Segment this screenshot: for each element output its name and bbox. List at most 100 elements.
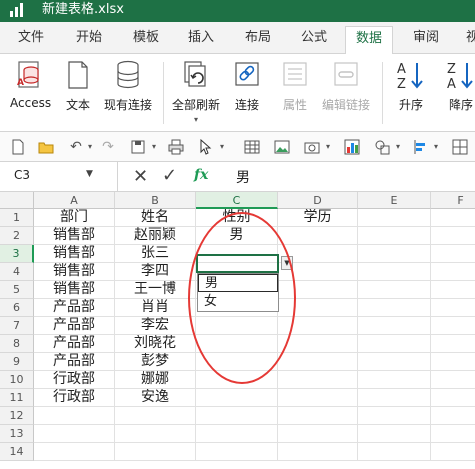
tab-file[interactable]: 文件 [18, 29, 44, 47]
screenshot-dropdown-icon[interactable]: ▾ [320, 139, 336, 155]
cell[interactable] [34, 443, 115, 461]
row-header[interactable]: 2 [0, 227, 34, 245]
cell[interactable] [431, 209, 475, 227]
cell[interactable] [115, 425, 196, 443]
cell[interactable]: 行政部 [34, 371, 115, 389]
cell[interactable]: 销售部 [34, 281, 115, 299]
cell[interactable]: 产品部 [34, 353, 115, 371]
open-folder-icon[interactable] [38, 139, 54, 155]
column-header-c[interactable]: C [196, 192, 278, 209]
cell[interactable] [431, 425, 475, 443]
cell[interactable]: 销售部 [34, 227, 115, 245]
row-header[interactable]: 9 [0, 353, 34, 371]
tab-home[interactable]: 开始 [76, 29, 102, 47]
shapes-icon[interactable] [374, 139, 390, 155]
row-header[interactable]: 10 [0, 371, 34, 389]
cell[interactable]: 姓名 [115, 209, 196, 227]
column-header-a[interactable]: A [34, 192, 115, 209]
tab-view[interactable]: 视 [466, 29, 475, 47]
row-header[interactable]: 1 [0, 209, 34, 227]
formula-input[interactable]: 男 [236, 167, 250, 187]
column-header-f[interactable]: F [431, 192, 475, 209]
cell[interactable] [196, 389, 278, 407]
cell[interactable]: 销售部 [34, 245, 115, 263]
shapes-dropdown-icon[interactable]: ▾ [390, 139, 406, 155]
column-header-b[interactable]: B [115, 192, 196, 209]
cell[interactable] [196, 443, 278, 461]
row-header[interactable]: 5 [0, 281, 34, 299]
tab-layout[interactable]: 布局 [245, 29, 271, 47]
select-all-corner[interactable] [0, 192, 34, 209]
table-icon[interactable] [244, 139, 260, 155]
cell[interactable] [358, 389, 431, 407]
cell[interactable] [34, 425, 115, 443]
cell[interactable] [358, 353, 431, 371]
cell[interactable] [431, 353, 475, 371]
chart-icon[interactable] [344, 139, 360, 155]
connection-button[interactable]: 连接 [230, 60, 264, 113]
cell[interactable] [431, 407, 475, 425]
row-header[interactable]: 3 [0, 245, 34, 263]
cell[interactable] [358, 281, 431, 299]
cell[interactable] [278, 335, 358, 353]
cell[interactable]: 张三 [115, 245, 196, 263]
tab-review[interactable]: 审阅 [413, 29, 439, 47]
cell[interactable]: 行政部 [34, 389, 115, 407]
sort-ascending-button[interactable]: A Z 升序 [394, 60, 428, 113]
cell[interactable] [115, 443, 196, 461]
tab-data[interactable]: 数据 [345, 26, 394, 55]
cell[interactable] [196, 407, 278, 425]
screenshot-icon[interactable] [304, 139, 320, 155]
name-box-dropdown-icon[interactable]: ▼ [86, 169, 93, 179]
cell[interactable]: 学历 [278, 209, 358, 227]
cell[interactable] [431, 371, 475, 389]
column-header-e[interactable]: E [358, 192, 431, 209]
cell[interactable] [358, 227, 431, 245]
cell[interactable]: 赵丽颖 [115, 227, 196, 245]
row-header[interactable]: 13 [0, 425, 34, 443]
spreadsheet-grid[interactable]: A B C D E F 1 部门 姓名 性别 学历 2 销售部 赵丽颖男 3 销售部 张三 4 销售部李… [0, 192, 475, 469]
cell[interactable] [431, 227, 475, 245]
cell[interactable] [358, 443, 431, 461]
grid-chart-icon[interactable] [452, 139, 468, 155]
cell[interactable] [431, 263, 475, 281]
cell[interactable] [431, 245, 475, 263]
cell[interactable] [431, 317, 475, 335]
cell[interactable]: 安逸 [115, 389, 196, 407]
cell[interactable]: 彭梦 [115, 353, 196, 371]
cell[interactable] [278, 389, 358, 407]
cell[interactable] [278, 443, 358, 461]
cell[interactable] [431, 281, 475, 299]
cell[interactable]: 王一博 [115, 281, 196, 299]
cell[interactable] [358, 335, 431, 353]
insert-function-icon[interactable]: fx [194, 167, 208, 183]
access-button[interactable]: A Access [10, 60, 51, 110]
cell[interactable]: 产品部 [34, 335, 115, 353]
align-icon[interactable] [412, 139, 428, 155]
name-box[interactable]: C3 ▼ [0, 162, 118, 191]
cell[interactable] [358, 371, 431, 389]
cell[interactable] [278, 227, 358, 245]
cell[interactable] [278, 407, 358, 425]
row-header[interactable]: 12 [0, 407, 34, 425]
cell[interactable] [278, 353, 358, 371]
cell[interactable] [358, 245, 431, 263]
cell[interactable] [278, 425, 358, 443]
properties-button[interactable]: 属性 [280, 60, 310, 113]
row-header[interactable]: 7 [0, 317, 34, 335]
select-dropdown-icon[interactable]: ▾ [214, 139, 230, 155]
cell[interactable] [358, 425, 431, 443]
cell[interactable] [196, 425, 278, 443]
cancel-x-icon[interactable]: ✕ [133, 166, 148, 187]
existing-connection-button[interactable]: 现有连接 [102, 60, 154, 113]
cell[interactable]: 刘晓花 [115, 335, 196, 353]
cell[interactable]: 产品部 [34, 317, 115, 335]
redo-icon[interactable]: ↷ [100, 139, 116, 155]
new-file-icon[interactable] [10, 139, 26, 155]
row-header[interactable]: 4 [0, 263, 34, 281]
cell[interactable] [431, 443, 475, 461]
tab-formula[interactable]: 公式 [301, 29, 327, 47]
refresh-dropdown-icon[interactable]: ▾ [170, 115, 222, 124]
cell[interactable] [431, 389, 475, 407]
edit-links-button[interactable]: 编辑链接 [320, 60, 372, 113]
